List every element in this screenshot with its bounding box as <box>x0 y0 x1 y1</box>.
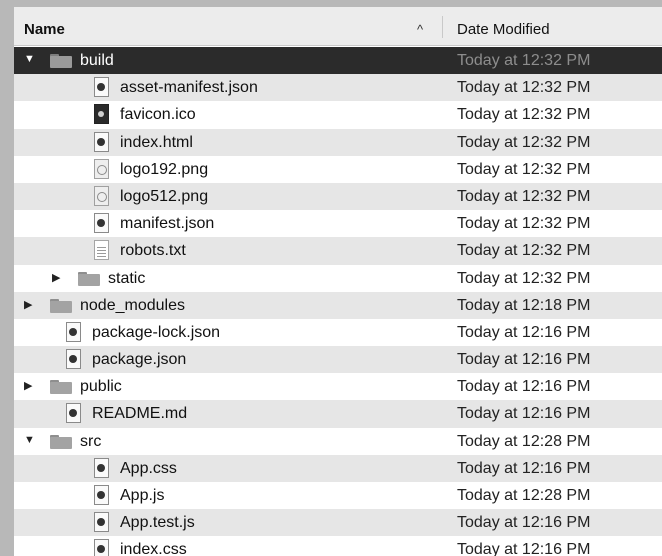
date-modified: Today at 12:32 PM <box>457 106 591 124</box>
file-row[interactable]: favicon.ico Today at 12:32 PM <box>14 101 662 128</box>
date-modified-column-header[interactable]: Date Modified <box>457 21 550 38</box>
file-row[interactable]: README.md Today at 12:16 PM <box>14 400 662 428</box>
json-file-icon <box>66 349 81 370</box>
js-file-icon <box>94 512 109 533</box>
file-name: package.json <box>92 351 187 369</box>
date-modified: Today at 12:28 PM <box>457 487 591 504</box>
file-name: README.md <box>92 405 188 423</box>
file-row[interactable]: index.css Today at 12:16 PM <box>14 536 662 556</box>
date-modified: Today at 12:32 PM <box>457 133 591 151</box>
file-row[interactable]: App.test.js Today at 12:16 PM <box>14 509 662 537</box>
html-file-icon <box>94 131 109 152</box>
date-modified: Today at 12:16 PM <box>457 541 591 556</box>
folder-icon <box>50 380 72 395</box>
json-file-icon <box>94 77 109 98</box>
file-name: App.test.js <box>120 514 195 532</box>
text-file-icon <box>94 240 109 261</box>
folder-row[interactable]: ▼ src Today at 12:28 PM <box>14 428 662 455</box>
folder-name: static <box>108 269 146 287</box>
file-list: ▼ build Today at 12:32 PM asset-manifest.js… <box>14 47 662 556</box>
disclosure-expanded-icon[interactable]: ▼ <box>24 53 35 65</box>
date-modified: Today at 12:32 PM <box>457 160 591 178</box>
file-name: index.css <box>120 541 187 556</box>
folder-row[interactable]: ▶ static Today at 12:32 PM <box>14 265 662 292</box>
date-modified: Today at 12:16 PM <box>457 351 591 369</box>
disclosure-collapsed-icon[interactable]: ▶ <box>24 298 32 311</box>
name-column-header[interactable]: Name <box>24 21 65 38</box>
date-modified: Today at 12:16 PM <box>457 405 591 423</box>
file-row[interactable]: App.css Today at 12:16 PM <box>14 454 662 482</box>
file-name: asset-manifest.json <box>120 79 258 97</box>
folder-icon <box>78 271 100 286</box>
finder-list-view: Name ^ Date Modified ▼ build Today at 12:3… <box>14 7 662 556</box>
disclosure-collapsed-icon[interactable]: ▶ <box>52 271 60 284</box>
disclosure-expanded-icon[interactable]: ▼ <box>24 434 35 446</box>
js-file-icon <box>94 485 109 505</box>
css-file-icon <box>94 457 109 478</box>
file-row[interactable]: package.json Today at 12:16 PM <box>14 346 662 374</box>
sort-ascending-icon[interactable]: ^ <box>417 22 423 37</box>
date-modified: Today at 12:16 PM <box>457 514 591 532</box>
ico-file-icon <box>94 104 109 125</box>
file-row[interactable]: asset-manifest.json Today at 12:32 PM <box>14 74 662 102</box>
date-modified: Today at 12:32 PM <box>457 269 591 287</box>
folder-row[interactable]: ▶ public Today at 12:16 PM <box>14 373 662 400</box>
date-modified: Today at 12:32 PM <box>457 242 591 260</box>
markdown-file-icon <box>66 403 81 424</box>
folder-name: node_modules <box>80 296 185 314</box>
date-modified: Today at 12:32 PM <box>457 79 591 97</box>
date-modified: Today at 12:16 PM <box>457 378 591 396</box>
file-name: manifest.json <box>120 215 215 233</box>
date-modified: Today at 12:32 PM <box>457 52 591 69</box>
column-header: Name ^ Date Modified <box>14 7 662 46</box>
folder-row[interactable]: ▼ build Today at 12:32 PM <box>14 47 662 75</box>
json-file-icon <box>94 213 109 234</box>
folder-name: src <box>80 432 102 450</box>
file-name: robots.txt <box>120 242 186 260</box>
folder-icon <box>50 298 72 313</box>
file-row[interactable]: logo192.png Today at 12:32 PM <box>14 156 662 183</box>
file-name: package-lock.json <box>92 323 221 341</box>
png-file-icon <box>94 185 109 206</box>
file-name: App.js <box>120 487 165 504</box>
file-name: logo192.png <box>120 160 209 178</box>
folder-name: public <box>80 378 122 396</box>
file-row[interactable]: logo512.png Today at 12:32 PM <box>14 182 662 211</box>
folder-name: build <box>80 52 114 69</box>
file-name: index.html <box>120 133 193 151</box>
file-row[interactable]: App.js Today at 12:28 PM <box>14 482 662 509</box>
file-row[interactable]: index.html Today at 12:32 PM <box>14 128 662 156</box>
date-modified: Today at 12:28 PM <box>457 432 591 450</box>
folder-row[interactable]: ▶ node_modules Today at 12:18 PM <box>14 291 662 319</box>
date-modified: Today at 12:16 PM <box>457 323 591 341</box>
json-file-icon <box>66 321 81 342</box>
disclosure-collapsed-icon[interactable]: ▶ <box>24 379 32 392</box>
file-row[interactable]: robots.txt Today at 12:32 PM <box>14 237 662 265</box>
png-file-icon <box>94 158 109 179</box>
folder-icon <box>50 54 72 68</box>
file-row[interactable]: package-lock.json Today at 12:16 PM <box>14 319 662 346</box>
date-modified: Today at 12:32 PM <box>457 215 591 233</box>
file-name: App.css <box>120 459 177 477</box>
date-modified: Today at 12:16 PM <box>457 459 591 477</box>
date-modified: Today at 12:18 PM <box>457 296 591 314</box>
file-name: logo512.png <box>120 187 209 205</box>
date-modified: Today at 12:32 PM <box>457 187 591 205</box>
file-row[interactable]: manifest.json Today at 12:32 PM <box>14 210 662 237</box>
file-name: favicon.ico <box>120 106 196 124</box>
css-file-icon <box>94 539 109 556</box>
folder-icon <box>50 434 72 449</box>
column-divider[interactable] <box>442 16 443 38</box>
